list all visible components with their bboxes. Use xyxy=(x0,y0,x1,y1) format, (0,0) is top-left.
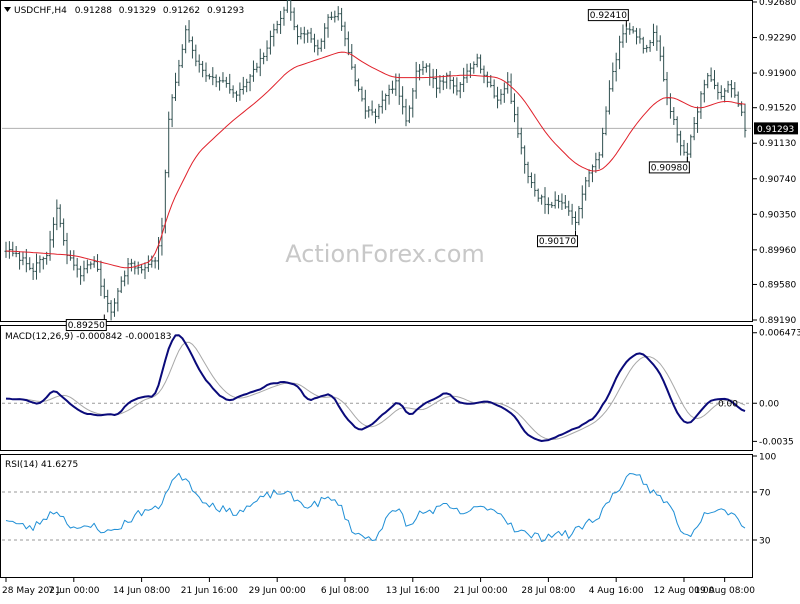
chart-svg: ActionForex.com 0.892500.927300.901700.9… xyxy=(0,0,800,600)
time-tick-label: 28 Jul 08:00 xyxy=(521,586,575,596)
symbol-title: USDCHF,H4 xyxy=(14,6,67,16)
time-tick-label: 21 Jun 16:00 xyxy=(181,586,238,596)
annotation-label: 0.92410 xyxy=(590,11,627,21)
forex-chart: ActionForex.com 0.892500.927300.901700.9… xyxy=(0,0,800,600)
ohlc-open: 0.91288 xyxy=(75,6,112,16)
price-tick-label: 0.89960 xyxy=(759,246,796,256)
rsi-tick-label: 30 xyxy=(759,537,771,547)
macd-tick-label: 0.006473 xyxy=(759,329,800,339)
time-tick-label: 4 Aug 16:00 xyxy=(589,586,644,596)
price-tick-label: 0.92290 xyxy=(759,34,796,44)
annotation-label: 0.90170 xyxy=(539,237,576,247)
price-tick-label: 0.90740 xyxy=(759,175,796,185)
price-tick-label: 0.89190 xyxy=(759,316,796,326)
ohlc-high: 0.91329 xyxy=(119,6,156,16)
time-tick-label: 21 Jul 00:00 xyxy=(454,586,508,596)
macd-tick-label: -0.0035 xyxy=(759,437,794,447)
rsi-panel-title: RSI(14) 41.6275 xyxy=(5,460,78,470)
watermark: ActionForex.com xyxy=(285,240,485,268)
price-tick-label: 0.91130 xyxy=(759,139,796,149)
price-tick-label: 0.89580 xyxy=(759,280,796,290)
rsi-tick-label: 100 xyxy=(759,453,776,463)
price-tick-label: 0.90350 xyxy=(759,210,796,220)
time-tick-label: 14 Jun 08:00 xyxy=(113,586,170,596)
time-tick-label: 6 Jul 08:00 xyxy=(321,586,370,596)
ohlc-low: 0.91262 xyxy=(163,6,200,16)
annotation-label: 0.89250 xyxy=(68,321,105,331)
macd-panel-title: MACD(12,26,9) -0.000842 -0.000183 xyxy=(5,332,171,342)
time-tick-label: 19 Aug 08:00 xyxy=(694,586,755,596)
price-tick-label: 0.91520 xyxy=(759,104,796,114)
ohlc-close: 0.91293 xyxy=(207,6,244,16)
rsi-tick-label: 70 xyxy=(759,489,771,499)
price-tick-label: 0.91900 xyxy=(759,69,796,79)
annotation-label: 0.90980 xyxy=(651,163,688,173)
time-tick-label: 7 Jun 00:00 xyxy=(48,586,100,596)
macd-tick-label: 0.00 xyxy=(759,399,779,409)
time-tick-label: 29 Jun 00:00 xyxy=(249,586,306,596)
price-panel-title: USDCHF,H4 0.91288 0.91329 0.91262 0.9129… xyxy=(14,6,244,16)
time-tick-label: 13 Jul 16:00 xyxy=(386,586,440,596)
current-price-label: 0.91293 xyxy=(757,125,794,135)
macd-zero-label: 0.00 xyxy=(718,399,738,409)
price-tick-label: 0.92680 xyxy=(759,0,796,8)
